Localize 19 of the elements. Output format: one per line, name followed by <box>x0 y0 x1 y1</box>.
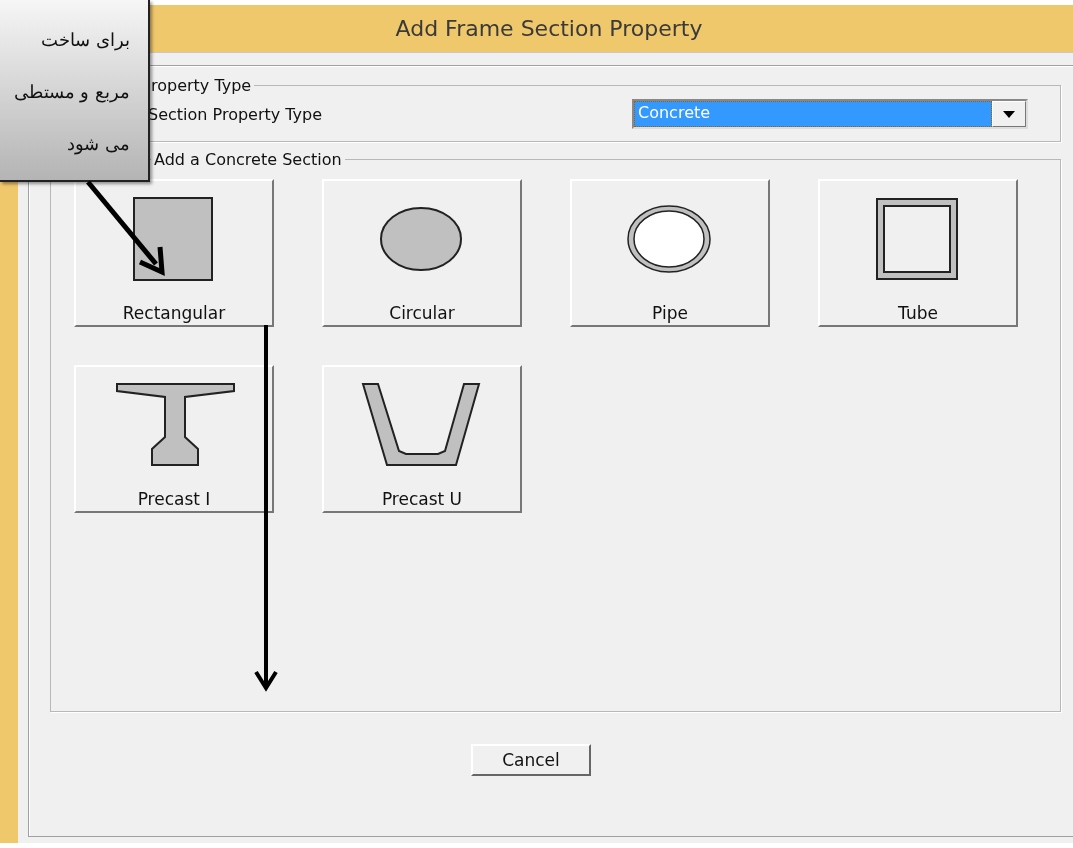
dropdown-value: Concrete <box>634 101 992 127</box>
dropdown-arrow-button[interactable] <box>992 101 1026 127</box>
section-button[interactable]: Pipe <box>570 179 770 327</box>
callout-text: برای ساخت <box>40 28 130 53</box>
callout-text: می شود <box>66 132 130 157</box>
section-button[interactable]: Precast U <box>322 365 522 513</box>
section-button[interactable]: Tube <box>818 179 1018 327</box>
cancel-button[interactable]: Cancel <box>471 744 591 776</box>
i-beam-icon <box>113 383 235 467</box>
u-channel-icon <box>361 383 483 467</box>
field-label: Section Property Type <box>148 104 323 124</box>
section-button[interactable]: Precast I <box>74 365 274 513</box>
callout-text: مربع و مستطی <box>12 80 130 105</box>
section-button[interactable]: Rectangular <box>74 179 274 327</box>
section-button[interactable]: Circular <box>322 179 522 327</box>
group-title: Add a Concrete Section <box>153 150 343 169</box>
window-title: Add Frame Section Property <box>395 16 703 41</box>
group-title: roperty Type <box>150 76 253 95</box>
caret-icon <box>1003 110 1015 118</box>
